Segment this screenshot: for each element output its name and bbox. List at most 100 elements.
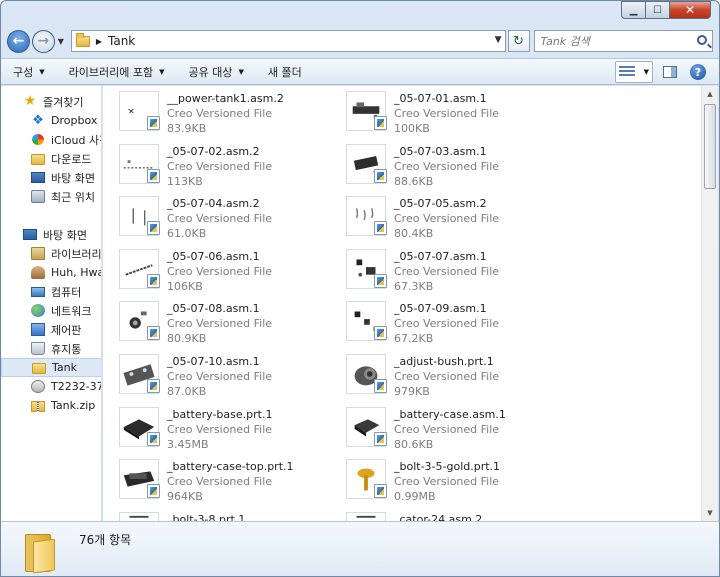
sidebar-item[interactable]: Tank.zip [1,396,101,415]
file-size: 80.4KB [394,227,434,241]
creo-file-icon [374,116,387,130]
creo-file-icon [147,326,160,341]
organize-menu[interactable]: 구성 ▼ [1,59,57,84]
file-size: 87.0KB [167,385,207,398]
sidebar-item[interactable]: 바탕 화면 [1,168,101,187]
file-tile[interactable]: _05-07-10.asm.1 Creo Versioned File 87.0KB [103,349,323,401]
file-tile[interactable]: _05-07-05.asm.2 Creo Versioned File 80.4KB [330,191,550,243]
chevron-down-icon: ▼ [39,67,45,76]
file-tile[interactable]: _05-07-07.asm.1 Creo Versioned File 67.3KB [330,244,550,296]
creo-file-icon [374,431,387,446]
sidebar-item[interactable]: 최근 위치 [1,187,101,206]
back-button[interactable]: ← [7,29,30,53]
file-thumbnail [346,511,386,521]
sidebar-item[interactable]: iCloud 사진 [1,130,101,149]
file-tile[interactable]: __power-tank1.asm.2 Creo Versioned File 83… [103,86,323,138]
refresh-button[interactable]: ↻ [507,30,530,52]
organize-label: 구성 [13,65,34,79]
file-name: _battery-base.prt.1 [167,407,273,421]
sidebar-item[interactable]: 바탕 화면 [1,225,101,244]
sidebar-item[interactable]: 네트워크 [1,301,101,320]
new-folder-button[interactable]: 새 폴더 [256,59,314,84]
file-tile[interactable]: _bolt-3-8.prt.1 [103,507,323,521]
recent-pages-dropdown[interactable]: ▼ [55,37,67,46]
file-tile[interactable]: _05-07-06.asm.1 Creo Versioned File 106KB [103,244,323,296]
file-size: 964KB [167,490,203,504]
breadcrumb-chevron-icon[interactable]: ▶ [96,37,102,46]
file-name: _05-07-01.asm.1 [394,92,487,105]
sidebar-item[interactable]: 컴퓨터 [1,282,101,301]
file-tile[interactable]: _battery-base.prt.1 Creo Versioned File 3.… [103,402,323,454]
file-tile[interactable]: _battery-case-top.prt.1 Creo Versioned Fi… [103,454,323,506]
file-type: Creo Versioned File [394,475,500,489]
file-name: _05-07-06.asm.1 [167,249,260,263]
file-type: Creo Versioned File [394,370,500,383]
address-history-dropdown[interactable]: ▼ [495,35,502,45]
sidebar-item[interactable]: Tank [1,358,101,377]
dropbox-icon: ❖ [32,113,44,128]
creo-file-icon [147,116,160,130]
file-tile[interactable]: _05-07-01.asm.1 Creo Versioned File 100KB [330,86,550,138]
file-tile[interactable]: _05-07-04.asm.2 Creo Versioned File 61.0KB [103,191,323,243]
creo-file-icon [147,431,160,446]
file-type: Creo Versioned File [394,107,500,120]
file-tile[interactable]: _battery-case.asm.1 Creo Versioned File 80… [330,402,550,454]
search-icon[interactable] [697,35,707,45]
maximize-button[interactable]: ☐ [645,1,669,19]
scroll-up-arrow-icon[interactable]: ▲ [702,86,718,102]
sidebar-item-label: 최근 위치 [51,190,95,204]
file-name: _bolt-3-5-gold.prt.1 [394,460,501,474]
sidebar-item[interactable]: T2232-370- [1,377,101,396]
file-name: _adjust-bush.prt.1 [394,355,494,368]
file-tile[interactable]: _05-07-09.asm.1 Creo Versioned File 67.2KB [330,296,550,348]
file-name: _battery-case.asm.1 [394,407,506,421]
sidebar-item[interactable]: 휴지통 [1,339,101,358]
include-library-label: 라이브러리에 포함 [68,65,154,79]
network-icon [31,304,45,317]
sidebar-item[interactable]: ★ 즐겨찾기 [1,92,101,111]
file-tile[interactable]: _05-07-08.asm.1 Creo Versioned File 80.9KB [103,296,323,348]
change-view-button[interactable]: ▼ [615,61,653,83]
file-name: __power-tank1.asm.2 [167,92,284,105]
share-with-menu[interactable]: 공유 대상 ▼ [177,59,256,84]
minimize-button[interactable]: ▁ [621,1,645,19]
forward-button[interactable]: → [31,29,55,53]
search-box[interactable] [533,30,713,52]
details-pane: 76개 항목 [1,521,719,576]
file-name: _05-07-07.asm.1 [394,249,487,263]
window-caption-buttons: ▁ ☐ ✕ [621,1,711,19]
search-input[interactable] [540,34,691,48]
preview-pane-button[interactable] [659,61,681,83]
icloud-icon [32,133,44,146]
sidebar-item[interactable]: 제어판 [1,320,101,339]
sidebar-item[interactable]: ❖ Dropbox [1,111,101,130]
creo-file-icon [374,484,387,499]
file-tile[interactable]: _05-07-02.asm.2 Creo Versioned File 113KB [103,139,323,191]
address-bar[interactable]: ▶ Tank ▼ [70,30,506,52]
close-button[interactable]: ✕ [669,1,711,19]
recycle-bin-icon [31,342,45,355]
sidebar-item[interactable]: 다운로드 [1,149,101,168]
creo-file-icon [374,273,387,288]
include-in-library-menu[interactable]: 라이브러리에 포함 ▼ [57,59,177,84]
item-count: 76개 항목 [79,533,132,547]
help-button[interactable]: ? [687,61,709,83]
scroll-down-arrow-icon[interactable]: ▼ [702,505,718,521]
breadcrumb-tank[interactable]: Tank [108,34,135,48]
vertical-scrollbar[interactable]: ▲ ▼ [701,86,718,521]
file-tile[interactable]: _adjust-bush.prt.1 Creo Versioned File 979… [330,349,550,401]
file-thumbnail [119,511,159,521]
sidebar-item[interactable]: Huh, Hwan [1,263,101,282]
file-size: 80.6KB [394,437,434,451]
sidebar-item[interactable]: 라이브러리 [1,244,101,263]
scrollbar-thumb[interactable] [704,104,716,189]
sidebar-item-label: Tank [52,361,77,374]
file-type: Creo Versioned File [394,317,500,331]
file-tile[interactable]: _cator-24.asm.2 [330,507,550,521]
file-name: _05-07-02.asm.2 [167,144,260,158]
file-type: Creo Versioned File [167,107,273,120]
desktop-icon [31,172,45,183]
file-tile[interactable]: _05-07-03.asm.1 Creo Versioned File 88.6KB [330,139,550,191]
sidebar-item-label: 제어판 [51,323,82,337]
file-tile[interactable]: _bolt-3-5-gold.prt.1 Creo Versioned File 0… [330,454,550,506]
